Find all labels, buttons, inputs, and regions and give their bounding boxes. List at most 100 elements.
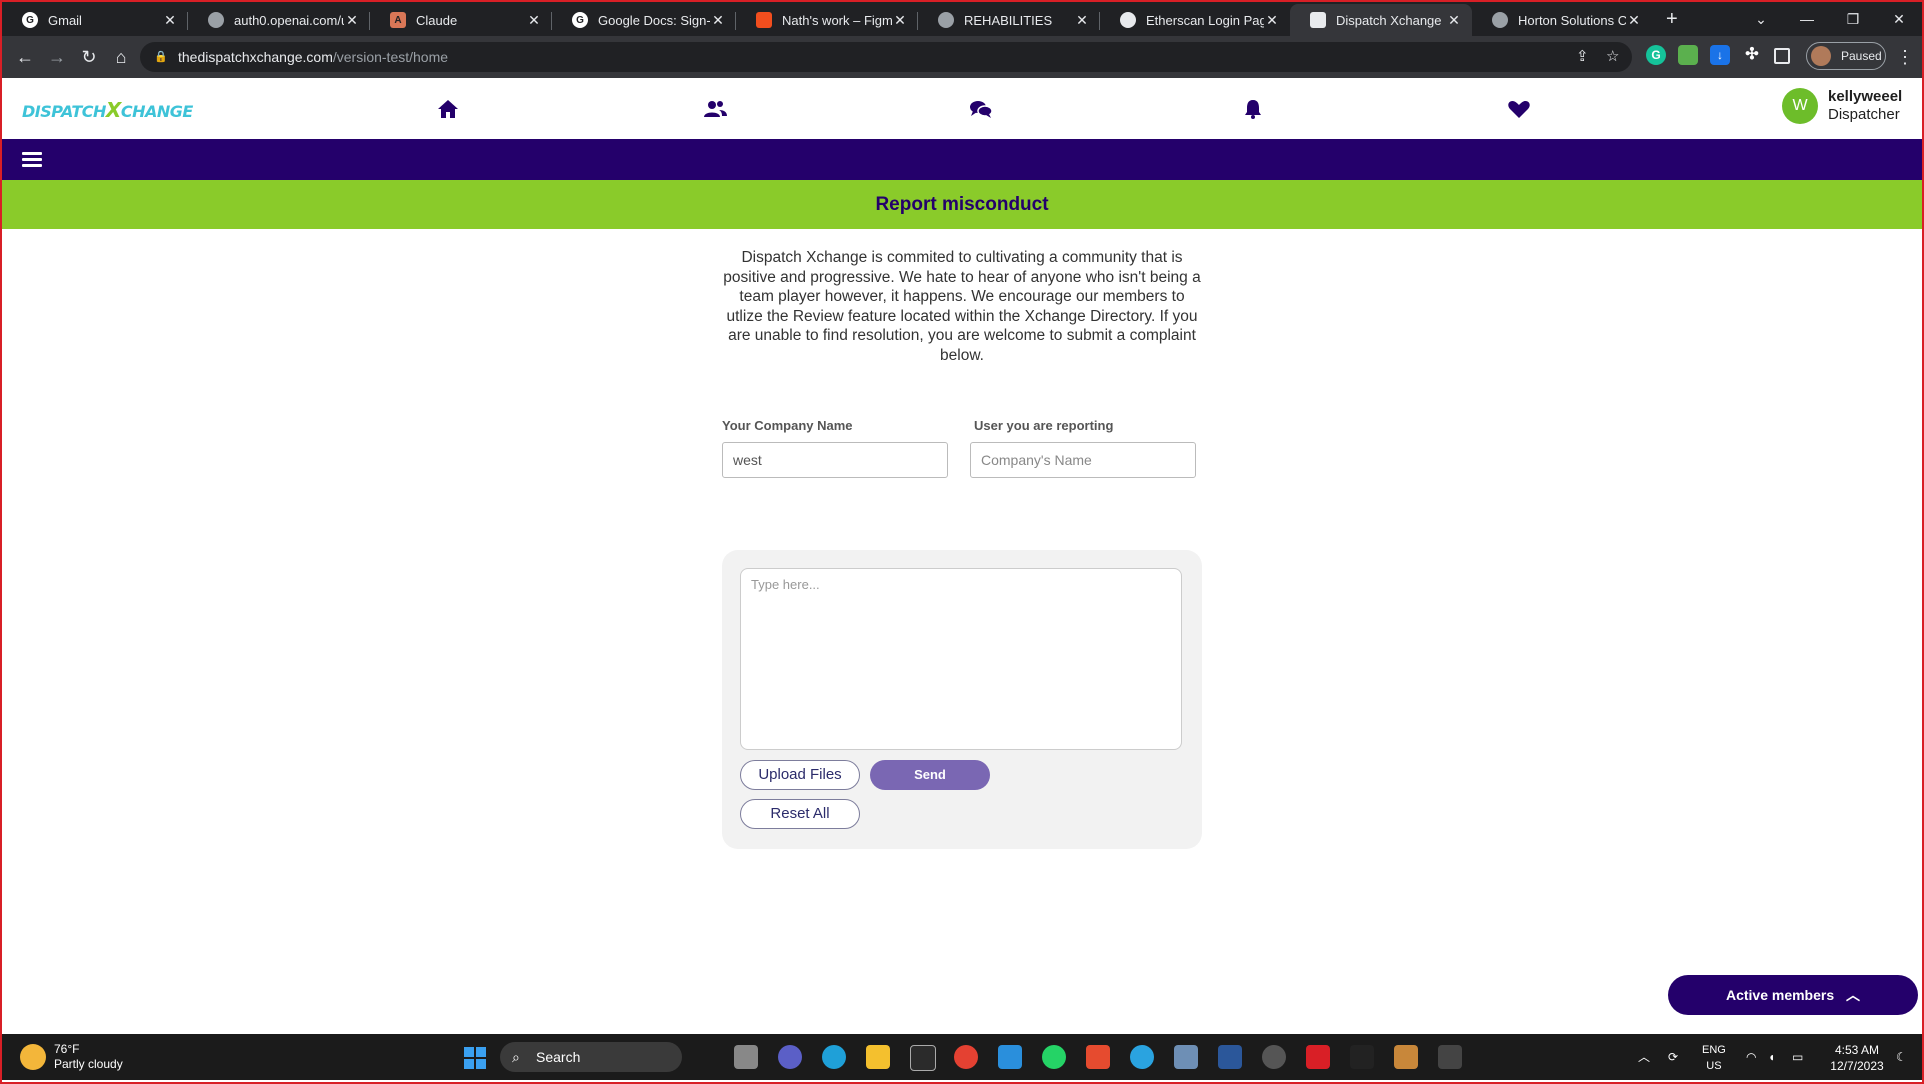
- active-members-label: Active members: [1725, 987, 1835, 1003]
- telegram-icon[interactable]: [1130, 1045, 1154, 1069]
- back-icon[interactable]: ←: [12, 44, 38, 70]
- close-tab-icon[interactable]: ✕: [710, 12, 726, 29]
- package-icon[interactable]: [1394, 1045, 1418, 1069]
- send-button[interactable]: Send: [870, 760, 990, 790]
- new-tab-icon[interactable]: +: [1666, 2, 1678, 36]
- extensions-puzzle-icon[interactable]: ✣: [1742, 45, 1762, 65]
- wifi-icon[interactable]: ◠: [1746, 1034, 1756, 1080]
- vscode-icon[interactable]: [998, 1045, 1022, 1069]
- tab-google-docs[interactable]: G Google Docs: Sign-in ✕: [552, 4, 736, 36]
- photos-icon[interactable]: [1174, 1045, 1198, 1069]
- tab-horton-solutions[interactable]: Horton Solutions Clie ✕: [1472, 4, 1652, 36]
- close-tab-icon[interactable]: ✕: [1264, 12, 1280, 29]
- close-tab-icon[interactable]: ✕: [1074, 12, 1090, 29]
- side-panel-icon[interactable]: [1774, 48, 1790, 64]
- system-clock[interactable]: 4:53 AM 12/7/2023: [1822, 1042, 1892, 1074]
- download-icon[interactable]: ↓: [1710, 45, 1730, 65]
- profile-status: Paused: [1841, 49, 1882, 63]
- notification-icon[interactable]: ☾: [1896, 1034, 1907, 1080]
- close-tab-icon[interactable]: ✕: [1446, 12, 1462, 29]
- close-tab-icon[interactable]: ✕: [892, 12, 908, 29]
- tab-auth0[interactable]: auth0.openai.com/u/l ✕: [188, 4, 370, 36]
- close-window-icon[interactable]: ✕: [1876, 2, 1922, 36]
- app-red-icon[interactable]: [1086, 1045, 1110, 1069]
- close-tab-icon[interactable]: ✕: [344, 12, 360, 29]
- teams-icon[interactable]: [778, 1045, 802, 1069]
- tab-etherscan[interactable]: Etherscan Login Page ✕: [1100, 4, 1290, 36]
- word-icon[interactable]: [1218, 1045, 1242, 1069]
- close-tab-icon[interactable]: ✕: [162, 12, 178, 29]
- browser-menu-icon[interactable]: ⋮: [1892, 44, 1918, 70]
- media-player-icon[interactable]: [1262, 1045, 1286, 1069]
- tray-overflow-icon[interactable]: ︿: [1638, 1034, 1650, 1080]
- avatar: W: [1782, 88, 1818, 124]
- chevron-up-icon: ︿: [1846, 987, 1861, 1003]
- tab-search-icon[interactable]: ⌄: [1738, 2, 1784, 36]
- task-view-icon[interactable]: [734, 1045, 758, 1069]
- bell-icon[interactable]: [1238, 96, 1268, 122]
- minimize-icon[interactable]: —: [1784, 2, 1830, 36]
- language-indicator[interactable]: ENG US: [1702, 1042, 1726, 1074]
- complaint-message-textarea[interactable]: [740, 568, 1182, 750]
- file-explorer-icon[interactable]: [866, 1045, 890, 1069]
- reload-icon[interactable]: ↻: [76, 44, 102, 70]
- battery-icon[interactable]: ▭: [1792, 1034, 1803, 1080]
- address-bar[interactable]: 🔒 thedispatchxchange.com/version-test/ho…: [140, 42, 1632, 72]
- restore-icon[interactable]: ❐: [1830, 2, 1876, 36]
- acrobat-icon[interactable]: [1306, 1045, 1330, 1069]
- globe-icon: [1492, 12, 1508, 28]
- site-icon: [1310, 12, 1326, 28]
- tab-claude[interactable]: A Claude ✕: [370, 4, 552, 36]
- site-header: DISPATCHXCHANGE W kellyweeel Dispatcher: [2, 78, 1922, 140]
- lang-bottom: US: [1706, 1060, 1722, 1072]
- active-app-icon[interactable]: [1438, 1045, 1462, 1069]
- tab-gmail[interactable]: G Gmail ✕: [2, 4, 188, 36]
- audio-app-icon[interactable]: [1350, 1045, 1374, 1069]
- company-name-input[interactable]: [722, 442, 948, 478]
- menu-bar: [2, 139, 1922, 180]
- url-path: /version-test/home: [332, 49, 449, 65]
- page-banner: Report misconduct: [2, 180, 1922, 229]
- logo-text-right: CHANGE: [120, 102, 193, 121]
- windows-start-icon[interactable]: [464, 1047, 486, 1069]
- edge-icon[interactable]: [822, 1045, 846, 1069]
- whatsapp-icon[interactable]: [1042, 1045, 1066, 1069]
- active-members-button[interactable]: Active members ︿: [1668, 975, 1918, 1015]
- chat-icon[interactable]: [966, 96, 996, 122]
- weather-desc: Partly cloudy: [54, 1057, 123, 1071]
- close-tab-icon[interactable]: ✕: [526, 12, 542, 29]
- volume-icon[interactable]: ◖: [1768, 1034, 1775, 1080]
- chrome-icon[interactable]: [954, 1045, 978, 1069]
- upload-files-button[interactable]: Upload Files: [740, 760, 860, 790]
- users-icon[interactable]: [700, 96, 730, 122]
- company-name-label: Your Company Name: [722, 418, 853, 433]
- terminal-icon[interactable]: [910, 1045, 936, 1071]
- tab-figma[interactable]: Nath's work – Figma ✕: [736, 4, 918, 36]
- intro-text: Dispatch Xchange is commited to cultivat…: [723, 249, 1201, 364]
- heart-icon[interactable]: [1504, 96, 1534, 122]
- search-label: Search: [536, 1049, 581, 1065]
- reported-user-input[interactable]: [970, 442, 1196, 478]
- logo-text-left: DISPATCH: [22, 102, 106, 121]
- sync-icon[interactable]: ⟳: [1668, 1034, 1678, 1080]
- lang-top: ENG: [1702, 1044, 1726, 1056]
- tab-rehabilities[interactable]: REHABILITIES ✕: [918, 4, 1100, 36]
- extension-leaf-icon[interactable]: [1678, 45, 1698, 65]
- grammarly-icon[interactable]: G: [1646, 45, 1666, 65]
- reported-user-label: User you are reporting: [974, 418, 1114, 433]
- bookmark-star-icon[interactable]: ☆: [1606, 42, 1619, 72]
- tab-dispatch-xchange[interactable]: Dispatch Xchange ✕: [1290, 4, 1472, 36]
- hamburger-menu-icon[interactable]: [22, 152, 42, 168]
- dispatch-xchange-logo[interactable]: DISPATCHXCHANGE: [22, 98, 193, 122]
- user-name: kellyweeel: [1828, 88, 1903, 105]
- profile-button[interactable]: Paused: [1806, 42, 1886, 70]
- close-tab-icon[interactable]: ✕: [1626, 12, 1642, 29]
- home-icon[interactable]: [433, 96, 463, 122]
- globe-icon: [208, 12, 224, 28]
- taskbar-search[interactable]: ⌕ Search: [500, 1042, 682, 1072]
- google-icon: G: [572, 12, 588, 28]
- home-browser-icon[interactable]: ⌂: [108, 44, 134, 70]
- share-icon[interactable]: ⇪: [1576, 42, 1589, 72]
- reset-all-button[interactable]: Reset All: [740, 799, 860, 829]
- forward-icon[interactable]: →: [44, 44, 70, 70]
